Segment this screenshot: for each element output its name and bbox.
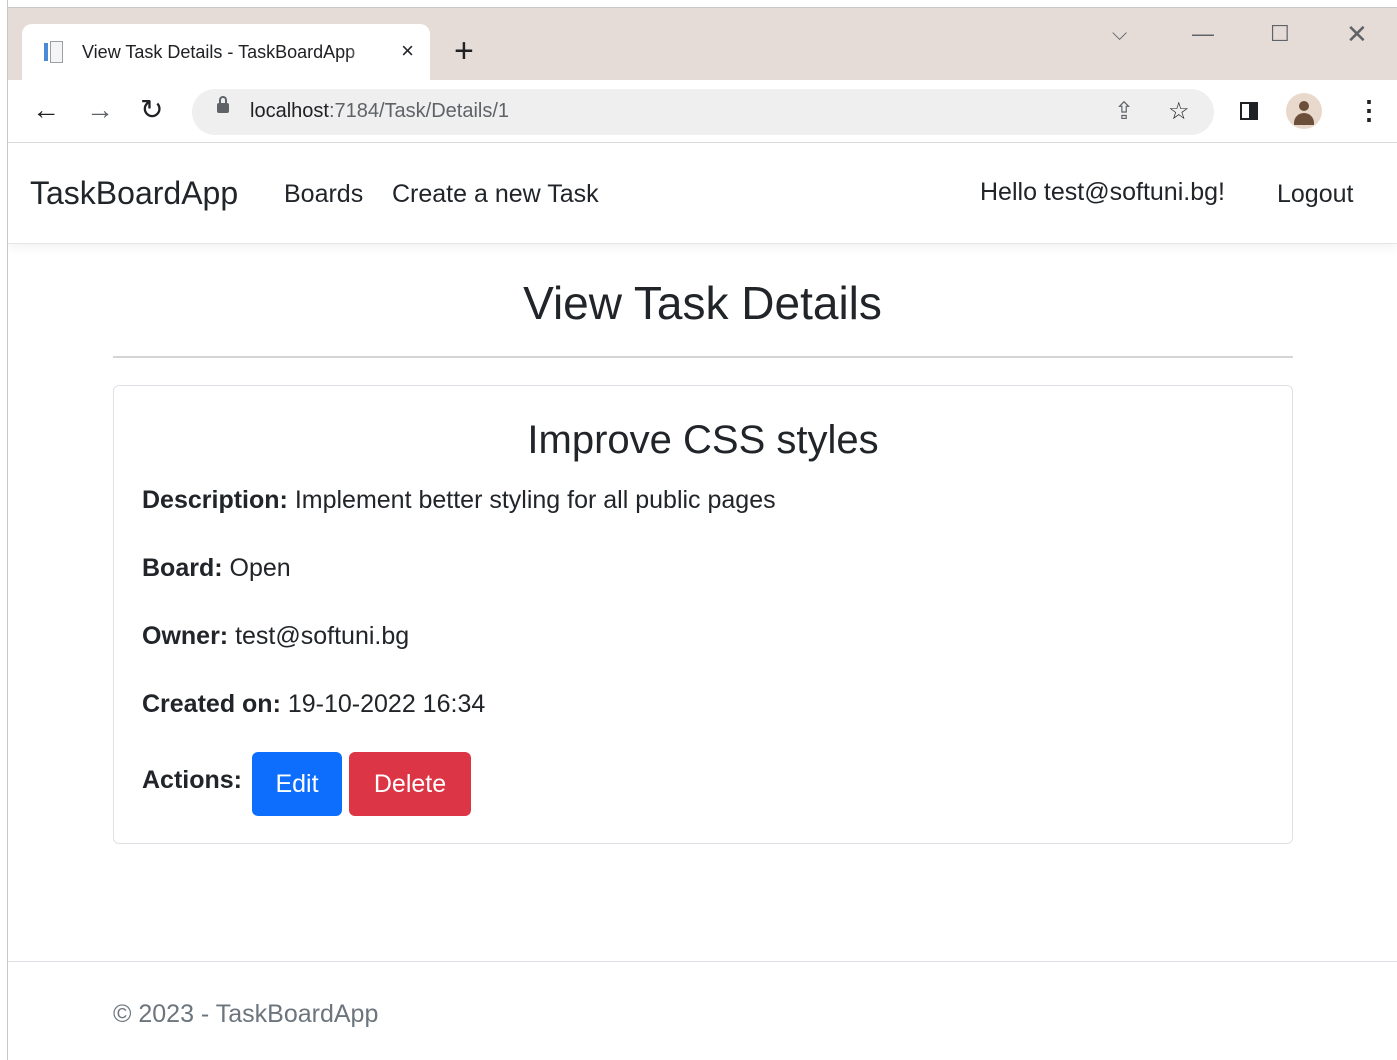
task-title: Improve CSS styles [527, 418, 879, 462]
new-tab-icon[interactable]: + [454, 32, 474, 70]
share-icon[interactable]: ⇪ [1114, 98, 1134, 126]
forward-arrow-icon[interactable]: → [86, 94, 114, 126]
reload-icon[interactable]: ↻ [140, 94, 163, 126]
browser-tab-active[interactable]: View Task Details - TaskBoardApp × [22, 24, 430, 80]
task-card: Improve CSS styles Description: Implemen… [113, 385, 1293, 844]
site-navbar: TaskBoardApp Boards Create a new Task He… [8, 143, 1397, 244]
nav-link-create-task[interactable]: Create a new Task [392, 180, 599, 209]
created-value: 19-10-2022 16:34 [287, 690, 486, 718]
tab-close-icon[interactable]: × [401, 39, 414, 63]
logout-button[interactable]: Logout [1277, 180, 1353, 209]
tab-title: View Task Details - TaskBoardApp [82, 41, 356, 62]
task-description: Description: Implement better styling fo… [142, 486, 776, 515]
browser-menu-icon[interactable]: ⋮ [1356, 94, 1382, 126]
bookmark-star-icon[interactable]: ☆ [1168, 98, 1190, 126]
tab-search-icon[interactable]: ⌵ [1112, 22, 1127, 46]
footer-copyright: © 2023 - TaskBoardApp [113, 1000, 379, 1028]
lock-icon[interactable] [217, 96, 229, 113]
task-created: Created on: 19-10-2022 16:34 [142, 690, 485, 719]
browser-window: View Task Details - TaskBoardApp × + ⌵ —… [8, 8, 1397, 1060]
minimize-icon[interactable]: — [1192, 22, 1214, 46]
tab-strip: View Task Details - TaskBoardApp × + ⌵ —… [8, 8, 1397, 80]
nav-link-boards[interactable]: Boards [284, 180, 363, 209]
delete-button[interactable]: Delete [349, 752, 471, 816]
brand-link[interactable]: TaskBoardApp [30, 175, 238, 212]
board-value: Open [229, 554, 291, 582]
edit-button[interactable]: Edit [252, 752, 342, 816]
task-board: Board: Open [142, 554, 291, 583]
owner-label: Owner: [142, 622, 229, 650]
description-value: Implement better styling for all public … [294, 486, 776, 514]
actions-label: Actions: [142, 766, 242, 794]
page-title: View Task Details [523, 277, 882, 329]
url-path: :7184/Task/Details/1 [328, 100, 510, 122]
window-close-icon[interactable]: ✕ [1346, 21, 1368, 47]
profile-avatar-icon[interactable] [1286, 93, 1322, 129]
page-footer: © 2023 - TaskBoardApp [8, 961, 1397, 1060]
url-host: localhost [250, 100, 329, 122]
owner-value: test@softuni.bg [235, 622, 410, 650]
task-actions: Actions: [142, 766, 242, 795]
task-owner: Owner: test@softuni.bg [142, 622, 409, 651]
page-favicon-icon [44, 41, 64, 63]
divider [113, 356, 1293, 358]
board-label: Board: [142, 554, 223, 582]
user-greeting-link[interactable]: Hello test@softuni.bg! [980, 178, 1225, 207]
window-frame-top [0, 0, 1397, 8]
created-label: Created on: [142, 690, 281, 718]
window-frame-left [0, 0, 8, 1060]
description-label: Description: [142, 486, 288, 514]
back-arrow-icon[interactable]: ← [32, 94, 60, 126]
maximize-icon[interactable]: ☐ [1270, 22, 1290, 46]
browser-toolbar: ← → ↻ localhost:7184/Task/Details/1 ⇪ ☆ … [8, 80, 1397, 143]
side-panel-icon[interactable] [1240, 102, 1258, 120]
url-text[interactable]: localhost:7184/Task/Details/1 [250, 100, 509, 123]
address-bar[interactable]: localhost:7184/Task/Details/1 ⇪ ☆ [192, 89, 1214, 135]
